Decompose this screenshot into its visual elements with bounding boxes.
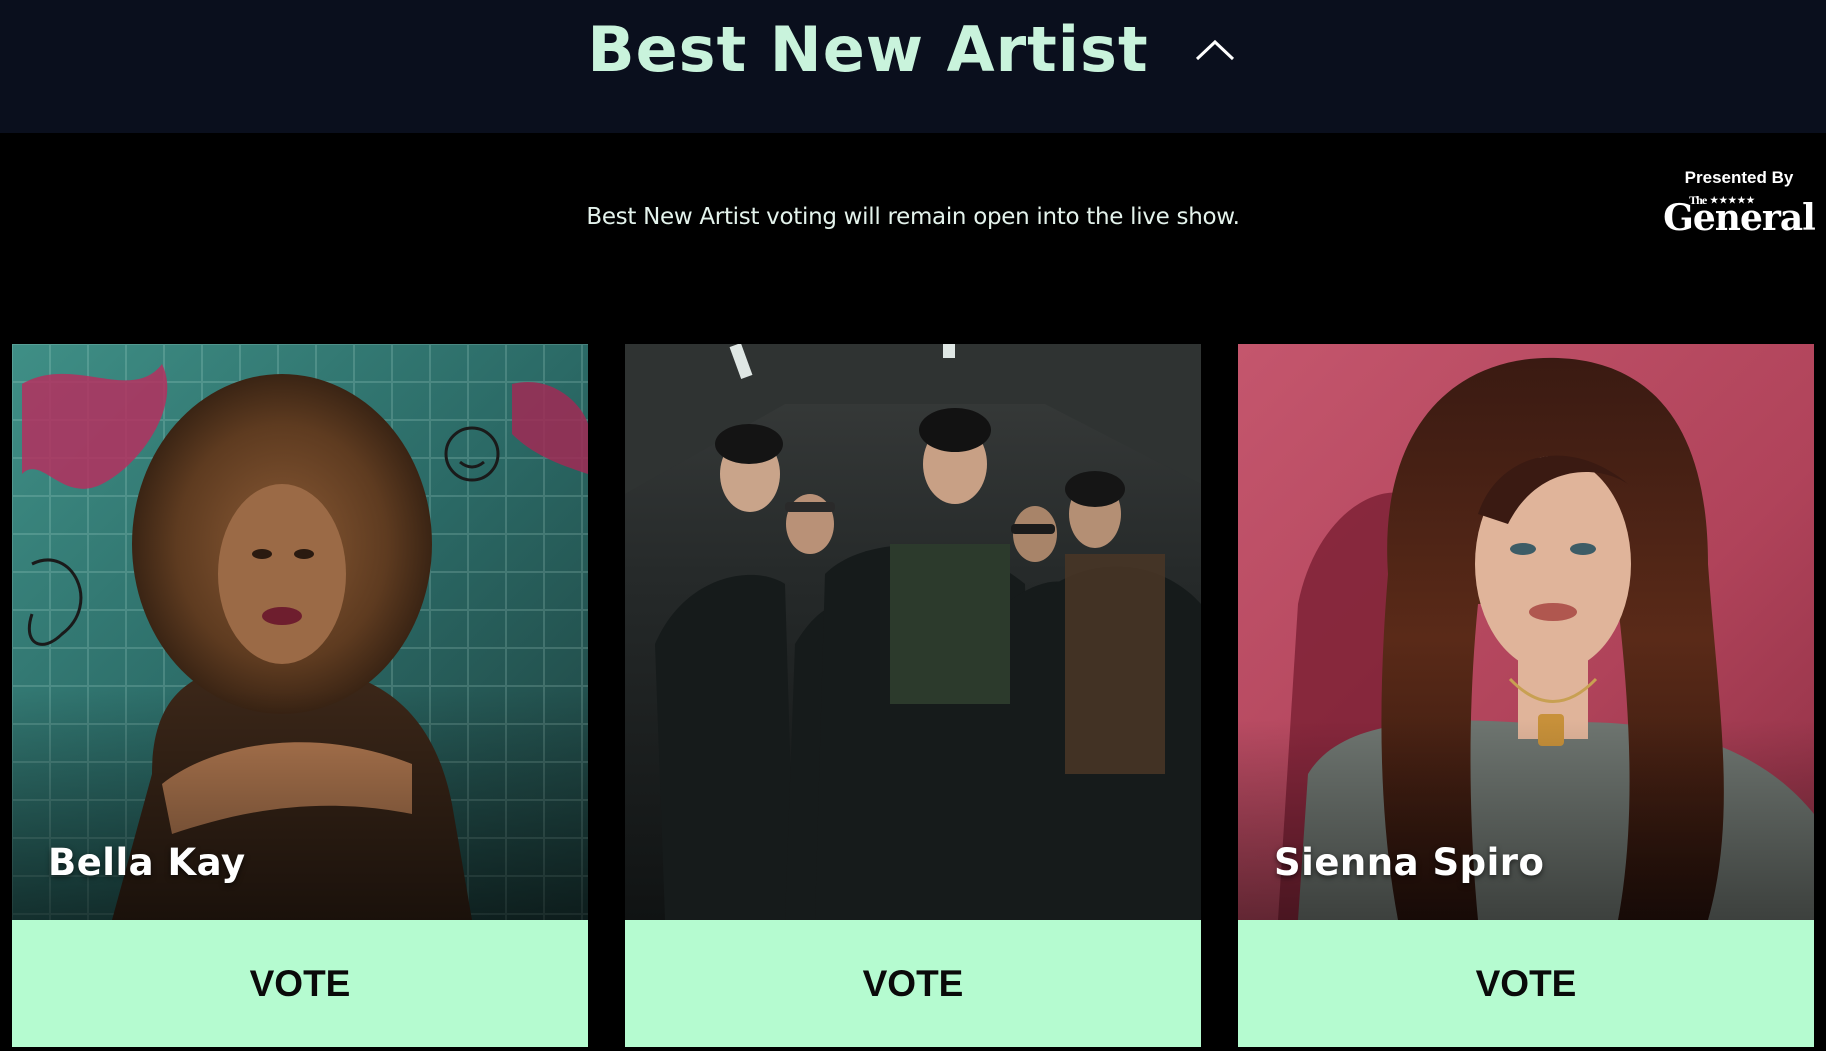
nominee-photo-image xyxy=(625,344,1201,920)
nominee-card: Sienna Spiro VOTE xyxy=(1238,344,1814,1047)
sponsor-logo-main: General xyxy=(1663,197,1816,239)
nominee-name: Bella Kay xyxy=(48,841,246,884)
category-header-inner: Best New Artist xyxy=(587,13,1238,86)
category-title: Best New Artist xyxy=(587,13,1149,86)
sponsor-block[interactable]: Presented By The ★★★★★ General xyxy=(1663,168,1816,239)
nominee-photo-image xyxy=(1238,344,1814,920)
nominee-photo-group-dark[interactable] xyxy=(625,344,1201,920)
vote-button[interactable]: VOTE xyxy=(12,920,588,1047)
voting-notice: Best New Artist voting will remain open … xyxy=(586,204,1240,230)
sponsor-label: Presented By xyxy=(1684,168,1794,187)
vote-button-label: VOTE xyxy=(1475,962,1577,1004)
nominee-photo-image xyxy=(12,344,588,920)
sponsor-logo: The ★★★★★ General xyxy=(1663,194,1816,239)
chevron-up-icon xyxy=(1195,39,1234,60)
vote-button[interactable]: VOTE xyxy=(625,920,1201,1047)
nominee-card: VOTE xyxy=(625,344,1201,1047)
vote-button-label: VOTE xyxy=(249,962,351,1004)
vote-button-label: VOTE xyxy=(862,962,964,1004)
nominee-photo-red-wall[interactable]: Sienna Spiro xyxy=(1238,344,1814,920)
vote-button[interactable]: VOTE xyxy=(1238,920,1814,1047)
category-header: Best New Artist xyxy=(0,0,1826,133)
nominee-name: Sienna Spiro xyxy=(1274,841,1545,884)
nominee-photo-tiled-graffiti[interactable]: Bella Kay xyxy=(12,344,588,920)
collapse-toggle-button[interactable] xyxy=(1191,30,1239,70)
nominee-cards: Bella Kay VOTE VOTE Sienna Spiro VOTE xyxy=(12,344,1814,1047)
nominee-card: Bella Kay VOTE xyxy=(12,344,588,1047)
